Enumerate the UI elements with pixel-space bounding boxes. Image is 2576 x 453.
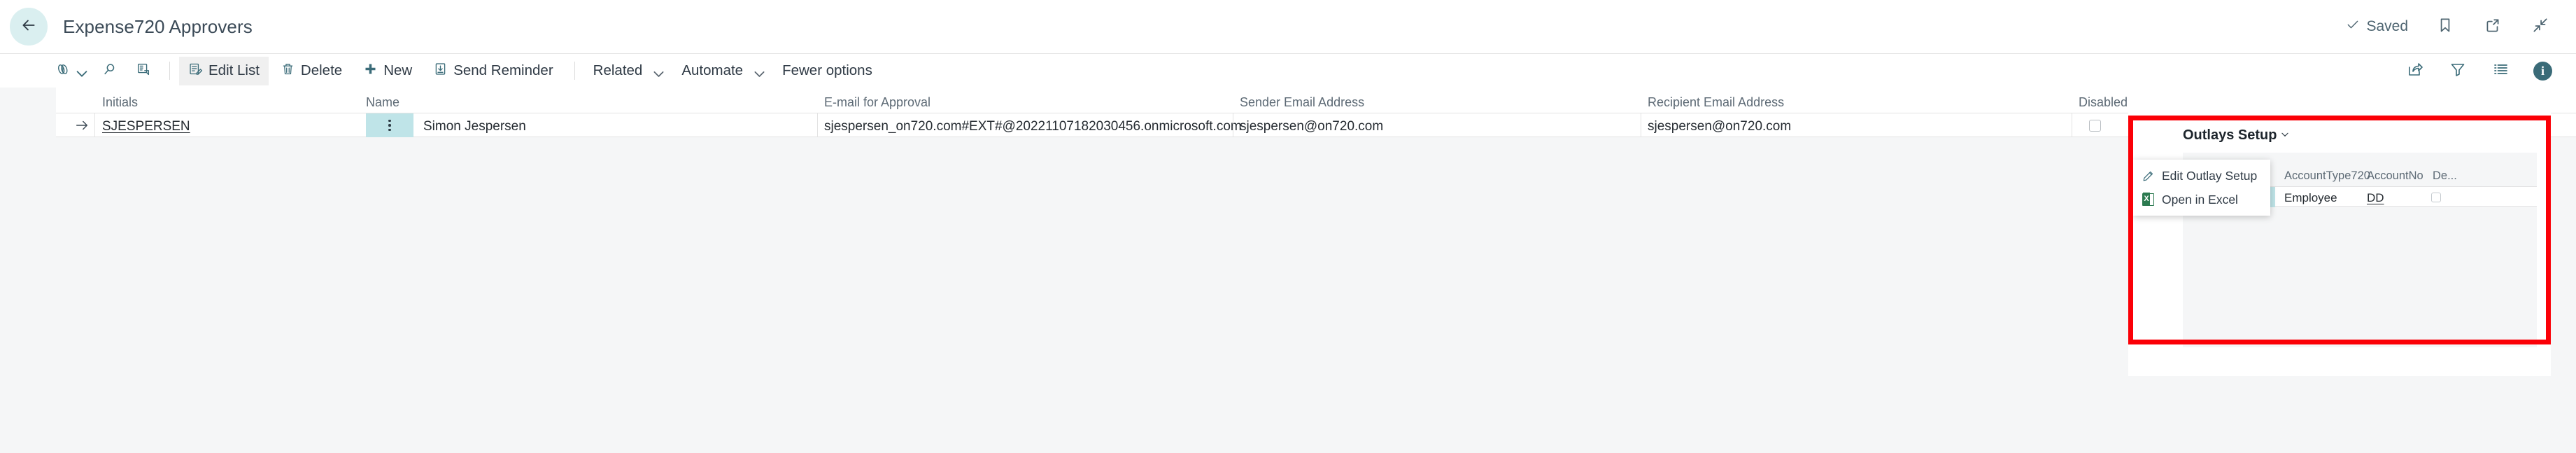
filter-icon xyxy=(2449,61,2466,81)
ribbon-toolbar: Edit List Delete New Send Reminder Relat… xyxy=(0,53,2576,88)
chevron-down-icon xyxy=(74,66,87,77)
factbox-title-label: Outlays Setup xyxy=(2183,127,2277,143)
outlays-setup-factbox: Outlays Setup AccountType720 AccountNo D… xyxy=(2128,88,2551,376)
related-menu[interactable]: Related xyxy=(584,57,670,85)
send-reminder-icon xyxy=(433,62,448,81)
focus-mode-button[interactable] xyxy=(127,54,160,88)
focus-mode-icon xyxy=(136,62,151,81)
column-header-sender[interactable]: Sender Email Address xyxy=(1240,95,1364,110)
open-in-new-window-button[interactable] xyxy=(2482,16,2503,37)
ribbon-right-actions: i xyxy=(2405,61,2576,81)
checkbox-unchecked-icon[interactable] xyxy=(2431,193,2441,202)
factbox-cell-de-checkbox[interactable] xyxy=(2431,192,2441,206)
automate-menu[interactable]: Automate xyxy=(672,57,770,85)
toolbar-divider-2 xyxy=(574,62,575,80)
factbox-column-header-accounttype[interactable]: AccountType720 xyxy=(2284,169,2370,183)
top-bar-right-actions: Saved xyxy=(2346,16,2576,37)
cell-sender-email: sjespersen@on720.com xyxy=(1240,119,1384,134)
saved-status-label: Saved xyxy=(2366,18,2408,34)
edit-list-label: Edit List xyxy=(208,62,260,78)
pencil-icon xyxy=(2142,169,2155,183)
edit-list-icon xyxy=(188,62,203,81)
delete-label: Delete xyxy=(300,62,343,78)
new-label: New xyxy=(383,62,413,78)
send-reminder-label: Send Reminder xyxy=(453,62,553,78)
open-in-new-window-icon xyxy=(2484,16,2502,38)
new-button[interactable]: New xyxy=(354,57,421,85)
page-title: Expense720 Approvers xyxy=(63,15,253,37)
factbox-column-header-de[interactable]: De... xyxy=(2433,169,2457,183)
share-button[interactable] xyxy=(2405,62,2424,81)
cell-recipient-email: sjespersen@on720.com xyxy=(1648,119,1792,134)
collapse-icon xyxy=(2531,16,2549,38)
outlays-setup-context-menu: Edit Outlay Setup Open in Excel xyxy=(2133,160,2270,216)
factbox-title[interactable]: Outlays Setup xyxy=(2183,127,2290,144)
pages-icon xyxy=(55,62,71,81)
cell-initials[interactable]: SJESPERSEN xyxy=(102,119,190,134)
factbox-cell-accounttype: Employee xyxy=(2284,191,2337,204)
saved-status: Saved xyxy=(2346,18,2408,36)
trash-icon xyxy=(281,62,295,81)
delete-button[interactable]: Delete xyxy=(271,57,351,85)
list-view-button[interactable] xyxy=(2491,62,2510,81)
collapse-button[interactable] xyxy=(2530,16,2551,37)
excel-icon xyxy=(2142,193,2155,207)
column-header-initials[interactable]: Initials xyxy=(102,95,138,110)
row-indicator-arrow-icon xyxy=(74,118,90,132)
pages-button[interactable] xyxy=(46,54,93,88)
top-bar: Expense720 Approvers Saved xyxy=(0,0,2576,53)
column-header-email[interactable]: E-mail for Approval xyxy=(824,95,930,110)
fewer-options-label: Fewer options xyxy=(782,62,872,78)
menu-item-open-in-excel[interactable]: Open in Excel xyxy=(2133,188,2270,211)
menu-item-open-in-excel-label: Open in Excel xyxy=(2162,192,2238,207)
filter-button[interactable] xyxy=(2448,62,2467,81)
cell-name: Simon Jespersen xyxy=(423,119,526,134)
kebab-menu-icon xyxy=(388,119,391,132)
edit-list-button[interactable]: Edit List xyxy=(179,56,269,85)
share-icon xyxy=(2407,61,2423,81)
column-header-disabled[interactable]: Disabled xyxy=(2079,95,2128,110)
automate-label: Automate xyxy=(681,62,744,78)
bookmark-button[interactable] xyxy=(2435,16,2456,37)
chevron-down-icon xyxy=(752,67,765,77)
menu-item-edit-outlay-setup[interactable]: Edit Outlay Setup xyxy=(2133,164,2270,188)
cell-email: sjespersen_on720.com#EXT#@20221107182030… xyxy=(824,119,1242,134)
factbox-column-header-accountno[interactable]: AccountNo xyxy=(2367,169,2423,183)
chevron-down-icon xyxy=(651,67,664,77)
chevron-down-icon xyxy=(2280,127,2290,144)
menu-item-edit-outlay-setup-label: Edit Outlay Setup xyxy=(2162,168,2258,183)
search-icon xyxy=(102,62,118,81)
checkmark-icon xyxy=(2346,18,2360,36)
back-arrow-icon xyxy=(20,16,38,38)
column-header-name[interactable]: Name xyxy=(366,95,399,110)
cell-disabled-checkbox[interactable] xyxy=(2089,120,2101,136)
column-header-recipient[interactable]: Recipient Email Address xyxy=(1648,95,1784,110)
related-label: Related xyxy=(593,62,643,78)
info-icon: i xyxy=(2540,63,2545,78)
bookmark-icon xyxy=(2436,16,2454,38)
factbox-cell-accountno[interactable]: DD xyxy=(2367,191,2384,205)
checkbox-unchecked-icon[interactable] xyxy=(2089,120,2101,132)
list-view-icon xyxy=(2492,61,2509,81)
app-root: Expense720 Approvers Saved Edit List Del… xyxy=(0,0,2576,453)
send-reminder-button[interactable]: Send Reminder xyxy=(424,57,562,85)
toolbar-divider xyxy=(169,62,170,80)
plus-icon xyxy=(363,62,378,81)
info-button[interactable]: i xyxy=(2533,61,2552,81)
row-kebab-menu-button[interactable] xyxy=(366,113,413,137)
fewer-options-button[interactable]: Fewer options xyxy=(773,57,882,85)
back-button[interactable] xyxy=(10,8,48,46)
search-button[interactable] xyxy=(93,54,127,88)
